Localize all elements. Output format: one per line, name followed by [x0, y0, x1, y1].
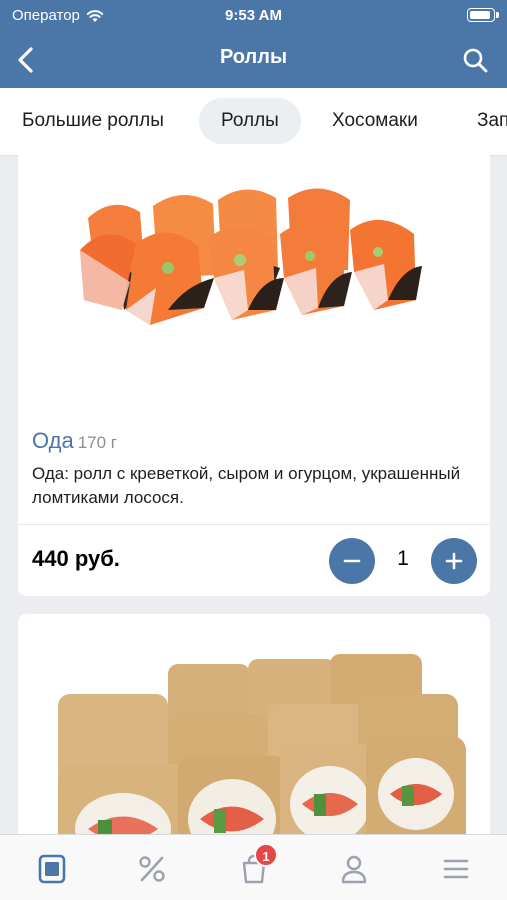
product-card[interactable] [18, 614, 490, 854]
hamburger-icon [443, 859, 469, 879]
tab-profile[interactable] [334, 849, 374, 889]
product-price: 440 руб. [32, 546, 120, 571]
quantity-value: 1 [397, 547, 409, 570]
cart-badge: 1 [254, 843, 278, 867]
top-bar: Оператор 9:53 AM Роллы [0, 0, 507, 88]
product-name: Ода [32, 428, 74, 453]
tab-hosomaki[interactable]: Хосомаки [310, 98, 440, 144]
tab-cart[interactable]: 1 [234, 843, 278, 889]
search-button[interactable] [457, 42, 493, 78]
percent-icon [139, 856, 165, 882]
product-image [58, 654, 466, 854]
status-time: 9:53 AM [225, 7, 282, 24]
divider [18, 524, 490, 525]
minus-icon [343, 559, 361, 563]
page-title: Роллы [219, 46, 288, 68]
tab-rolly[interactable]: Роллы [199, 98, 301, 144]
category-tabs: Большие роллы Роллы Хосомаки Зап [0, 88, 507, 156]
product-description: Ода: ролл с креветкой, сыром и огурцом, … [32, 464, 461, 507]
product-weight: 170 г [77, 433, 117, 452]
increase-quantity-button[interactable] [431, 538, 477, 584]
status-bar: Оператор 9:53 AM [0, 0, 507, 32]
decrease-quantity-button[interactable] [329, 538, 375, 584]
search-icon [463, 48, 488, 73]
product-title[interactable]: Ода 170 г [32, 428, 117, 454]
product-card[interactable]: Ода 170 г Ода: ролл с креветкой, сыром и … [18, 150, 490, 596]
tab-promotions[interactable] [132, 849, 172, 889]
battery-icon [467, 8, 499, 22]
bottom-tab-bar: 1 [0, 834, 507, 900]
product-image [80, 188, 422, 325]
tab-menu[interactable] [32, 849, 72, 889]
tab-more[interactable] [436, 849, 476, 889]
nav-bar: Роллы [0, 32, 507, 88]
menu-icon [38, 854, 66, 884]
plus-icon [445, 552, 463, 570]
tab-zap[interactable]: Зап [455, 98, 507, 144]
profile-icon [341, 855, 367, 884]
tab-bolshie-rolly[interactable]: Большие роллы [0, 98, 186, 144]
